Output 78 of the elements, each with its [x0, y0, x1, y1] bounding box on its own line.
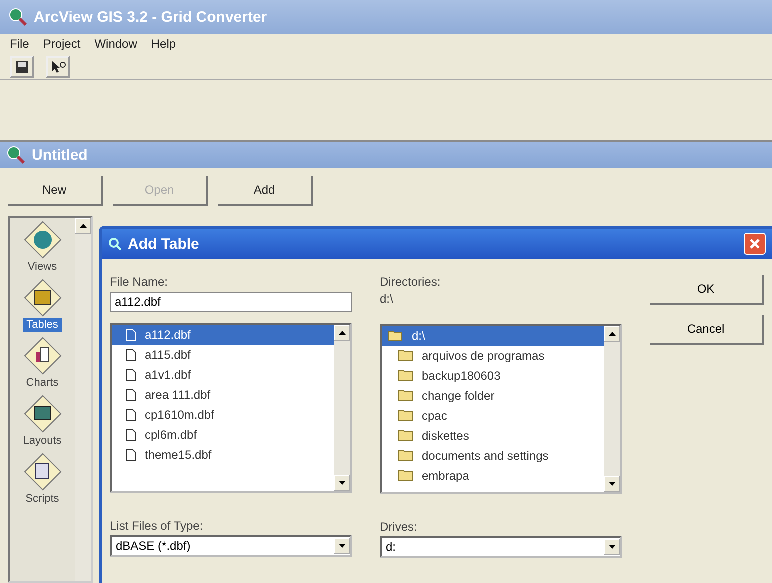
sidebar-item[interactable]: Scripts — [22, 492, 64, 506]
folder-icon — [398, 430, 414, 442]
document-icon — [126, 368, 137, 382]
directory-item[interactable]: diskettes — [382, 426, 604, 446]
directory-item[interactable]: cpac — [382, 406, 604, 426]
file-type-dropdown[interactable]: dBASE (*.dbf) — [110, 535, 352, 557]
close-icon — [749, 238, 761, 250]
menu-item[interactable]: Project — [43, 37, 81, 51]
directory-item[interactable]: documents and settings — [382, 446, 604, 466]
scrollbar[interactable] — [604, 326, 620, 492]
dialog-button[interactable]: Cancel — [650, 315, 764, 345]
directory-list[interactable]: d:\ arquivos de programas backup180603 change folder cpac diskettes documents and settings embrapa — [380, 324, 622, 494]
list-entry[interactable]: cpl6m.dbf — [112, 425, 334, 445]
document-icon — [126, 448, 137, 462]
file-name-label: File Name: — [110, 275, 170, 291]
list-entry[interactable]: theme15.dbf — [112, 445, 334, 465]
list-entry[interactable]: a115.dbf — [112, 345, 334, 365]
sidebar-item[interactable]: Layouts — [19, 434, 66, 448]
menu-item[interactable]: Window — [94, 37, 138, 51]
scrollbar[interactable] — [75, 218, 91, 581]
list-entry[interactable]: a1v1.dbf — [112, 365, 334, 385]
folder-icon — [398, 450, 414, 462]
drives-dropdown[interactable]: d: — [380, 536, 622, 558]
up-arrow-icon — [338, 331, 346, 335]
list-entry[interactable]: cp1610m.dbf — [112, 405, 334, 425]
menu-item[interactable]: File — [10, 37, 30, 51]
up-arrow-icon — [608, 332, 616, 336]
scrollbar[interactable] — [334, 325, 350, 491]
sidebar-item[interactable]: Charts — [22, 376, 63, 390]
down-arrow-icon — [338, 481, 346, 485]
scripts-icon — [22, 452, 64, 492]
up-arrow-icon — [80, 224, 86, 228]
dialog-button[interactable]: OK — [650, 275, 764, 305]
document-icon — [126, 328, 137, 342]
down-arrow-icon — [608, 482, 616, 486]
help-button[interactable] — [46, 56, 70, 78]
globe-magnifier-icon — [6, 145, 26, 165]
layouts-icon — [22, 394, 64, 434]
document-icon — [126, 408, 137, 422]
document-icon — [126, 428, 137, 442]
open-folder-icon — [388, 330, 404, 342]
directory-item[interactable]: embrapa — [382, 466, 604, 486]
list-entry[interactable]: area 111.dbf — [112, 385, 334, 405]
menu-item[interactable]: Help — [151, 37, 176, 51]
folder-icon — [398, 350, 414, 362]
current-directory: d:\ — [380, 291, 394, 308]
charts-icon — [22, 336, 64, 376]
drives-label: Drives: — [380, 520, 418, 536]
dialog-title: Add Table — [128, 236, 200, 252]
directory-item[interactable]: d:\ — [382, 326, 604, 346]
views-icon — [22, 220, 64, 260]
sidebar-item[interactable]: Tables — [22, 318, 62, 332]
folder-icon — [398, 390, 414, 402]
down-arrow-icon — [338, 544, 346, 548]
project-title: Untitled — [32, 146, 88, 164]
window-title: ArcView GIS 3.2 - Grid Converter — [34, 8, 268, 26]
down-arrow-icon — [608, 545, 616, 549]
project-button[interactable]: Add — [218, 176, 313, 206]
directory-item[interactable]: arquivos de programas — [382, 346, 604, 366]
magnifier-icon — [108, 237, 122, 251]
folder-icon — [398, 410, 414, 422]
folder-icon — [398, 470, 414, 482]
document-icon — [126, 388, 137, 402]
file-list[interactable]: a112.dbf a115.dbf a1v1.dbf area 111.dbf cp1610m.dbf cpl6m.dbf theme15.dbf — [110, 323, 352, 493]
list-entry[interactable]: a112.dbf — [112, 325, 334, 345]
file-type-label: List Files of Type: — [110, 519, 204, 535]
file-name-field[interactable]: a112.dbf — [110, 292, 352, 312]
tables-icon — [22, 278, 64, 318]
sidebar-item[interactable]: Views — [24, 260, 62, 274]
folder-icon — [398, 370, 414, 382]
save-button[interactable] — [10, 56, 34, 78]
directories-label: Directories: — [380, 275, 442, 291]
directory-item[interactable]: backup180603 — [382, 366, 604, 386]
document-icon — [126, 348, 137, 362]
close-button[interactable] — [744, 233, 766, 255]
project-button[interactable]: New — [8, 176, 103, 206]
directory-item[interactable]: change folder — [382, 386, 604, 406]
globe-magnifier-icon — [8, 7, 28, 27]
